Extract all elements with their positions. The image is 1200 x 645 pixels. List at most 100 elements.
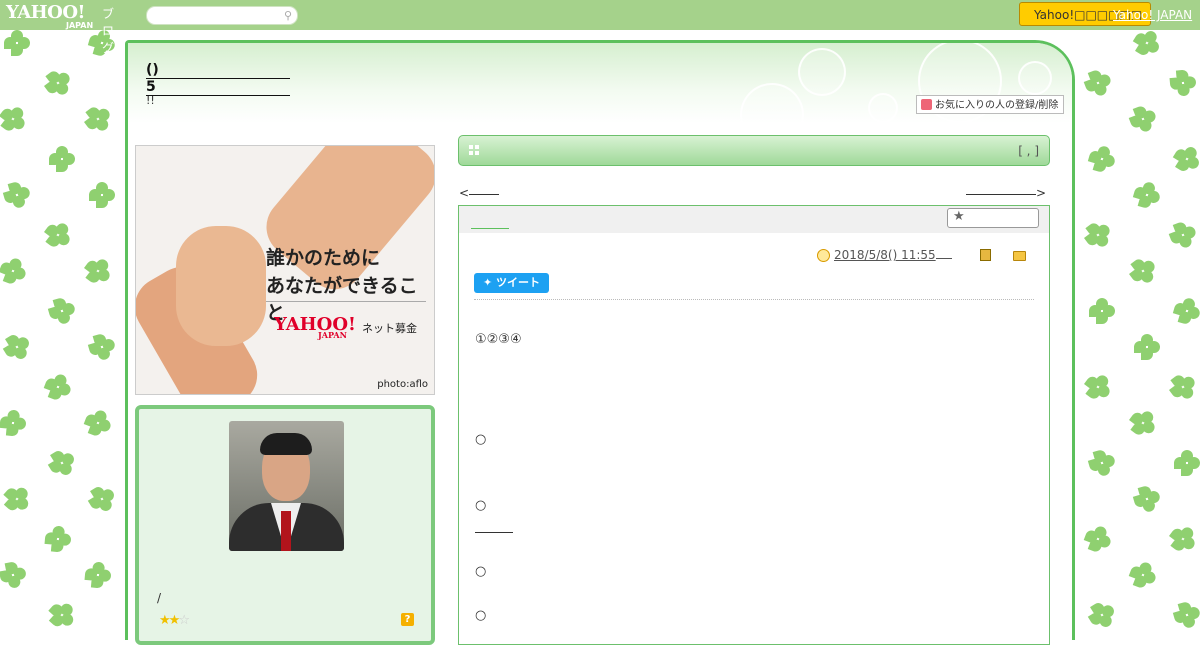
- clover-decoration: [1125, 405, 1161, 441]
- clover-decoration: [44, 597, 81, 630]
- clover-decoration: [1080, 369, 1116, 405]
- profile-name: /: [157, 591, 162, 605]
- heart-icon: [921, 99, 932, 110]
- article-panel: ★ 2018/5/8() 11:55 ✦ ツイート ①②③④ ○ ○ ○ ○: [458, 205, 1050, 645]
- clover-decoration: [44, 525, 72, 553]
- avatar-hair: [260, 433, 312, 455]
- clover-decoration: [1, 179, 33, 211]
- clover-decoration: [1125, 253, 1161, 289]
- clover-decoration: [84, 561, 112, 589]
- twitter-bird-icon: ✦: [482, 276, 493, 289]
- ad-divider: [266, 301, 426, 302]
- clover-decoration: [89, 182, 115, 208]
- avatar-tie: [281, 511, 291, 551]
- clover-decoration: [49, 146, 75, 172]
- article-meta: 2018/5/8() 11:55: [817, 248, 952, 262]
- help-icon[interactable]: ?: [401, 613, 414, 626]
- yahoo-star-button[interactable]: ★: [947, 208, 1039, 228]
- rating-stars: ★★☆: [159, 613, 190, 628]
- clover-decoration: [1131, 179, 1163, 211]
- article-title[interactable]: [471, 214, 509, 229]
- clover-decoration: [1165, 521, 1200, 557]
- star-empty-icon: ☆: [178, 613, 190, 628]
- clover-decoration: [0, 329, 35, 365]
- clover-decoration: [0, 481, 35, 518]
- category-bar: [ , ]: [458, 135, 1050, 166]
- clover-decoration: [1174, 450, 1200, 476]
- ad-brand-sub: JAPAN: [318, 330, 347, 340]
- clover-decoration: [0, 560, 28, 590]
- folder-icon[interactable]: [1013, 251, 1026, 261]
- clover-decoration: [1129, 30, 1165, 61]
- avatar[interactable]: [229, 421, 344, 551]
- clover-decoration: [1171, 295, 1200, 327]
- book-icon[interactable]: [980, 249, 991, 261]
- clover-decoration: [0, 254, 30, 288]
- blog-description: !!: [146, 94, 155, 107]
- tweet-button[interactable]: ✦ ツイート: [474, 273, 549, 293]
- article-date[interactable]: 2018/5/8() 11:55: [834, 248, 936, 262]
- yahoo-japan-link[interactable]: Yahoo! JAPAN: [1113, 8, 1192, 22]
- bubble-decoration: [740, 83, 804, 123]
- article-link-underline[interactable]: [475, 532, 513, 533]
- article-bullet: ○: [475, 432, 487, 447]
- clover-decoration: [1084, 597, 1120, 630]
- logo-blog-text: ブログ: [102, 7, 115, 55]
- profile-panel: / ★★☆ ?: [135, 405, 435, 645]
- clock-icon: [817, 249, 830, 262]
- category-bracket: [ , ]: [1018, 144, 1039, 158]
- clover-decoration: [1169, 141, 1200, 177]
- blog-title-line: 5: [146, 79, 290, 96]
- next-arrow: >: [1036, 186, 1047, 200]
- clover-decoration: [40, 217, 76, 253]
- clover-decoration: [1171, 599, 1200, 630]
- clover-decoration: [1086, 143, 1118, 175]
- favorite-register-button[interactable]: お気に入りの人の登録/削除: [916, 95, 1064, 114]
- clover-decoration: [1081, 522, 1115, 556]
- star-icon: ★: [159, 613, 171, 628]
- clover-decoration: [41, 370, 75, 404]
- clover-decoration: [1089, 298, 1115, 324]
- prev-arrow: <: [459, 186, 470, 200]
- clover-decoration: [1165, 369, 1200, 405]
- star-icon: ★: [953, 209, 965, 224]
- clover-decoration: [81, 406, 115, 440]
- bubble-decoration: [868, 93, 898, 123]
- blog-title[interactable]: () 5: [146, 62, 290, 96]
- search-box: ⚲: [146, 6, 298, 25]
- clover-decoration: [1134, 334, 1160, 360]
- search-icon[interactable]: ⚲: [284, 9, 292, 22]
- ad-yahoo-logo: YAHOO! JAPAN: [274, 314, 356, 340]
- clover-decoration: [0, 409, 27, 437]
- clover-decoration: [40, 65, 76, 101]
- logo-text: YAHOO!: [6, 2, 85, 23]
- prev-article-link[interactable]: <: [459, 186, 500, 200]
- next-article-link[interactable]: >: [966, 186, 1046, 200]
- clover-decoration: [4, 30, 30, 56]
- article-numbers: ①②③④: [475, 332, 522, 347]
- bubble-decoration: [1018, 61, 1052, 95]
- article-bullet: ○: [475, 564, 487, 579]
- clover-decoration: [86, 331, 118, 363]
- divider: [474, 299, 1034, 300]
- top-bar: YAHOO! JAPAN ブログ ⚲ Yahoo!□□□□□□ Yahoo! J…: [0, 0, 1200, 55]
- star-icon: ★: [168, 613, 181, 628]
- clover-decoration: [44, 445, 80, 481]
- clover-decoration: [1131, 483, 1163, 515]
- clover-decoration: [1126, 558, 1160, 592]
- article-bullet: ○: [475, 608, 487, 623]
- charity-ad-banner[interactable]: 誰かのために あなたができること YAHOO! JAPAN ネット募金 phot…: [135, 145, 435, 395]
- clover-decoration: [1166, 218, 1200, 252]
- tweet-label: ツイート: [496, 276, 541, 289]
- clover-decoration: [46, 295, 78, 327]
- clover-decoration: [84, 481, 120, 517]
- favorite-register-label: お気に入りの人の登録/削除: [935, 100, 1059, 111]
- yahoo-blog-logo[interactable]: YAHOO! JAPAN ブログ: [6, 2, 114, 55]
- grid-icon: [469, 145, 480, 156]
- bubble-decoration: [798, 48, 846, 96]
- clover-decoration: [1169, 69, 1197, 97]
- blog-title-line: (): [146, 62, 290, 79]
- clover-decoration: [1126, 102, 1160, 136]
- search-input[interactable]: [153, 7, 283, 24]
- clover-decoration: [1081, 66, 1115, 100]
